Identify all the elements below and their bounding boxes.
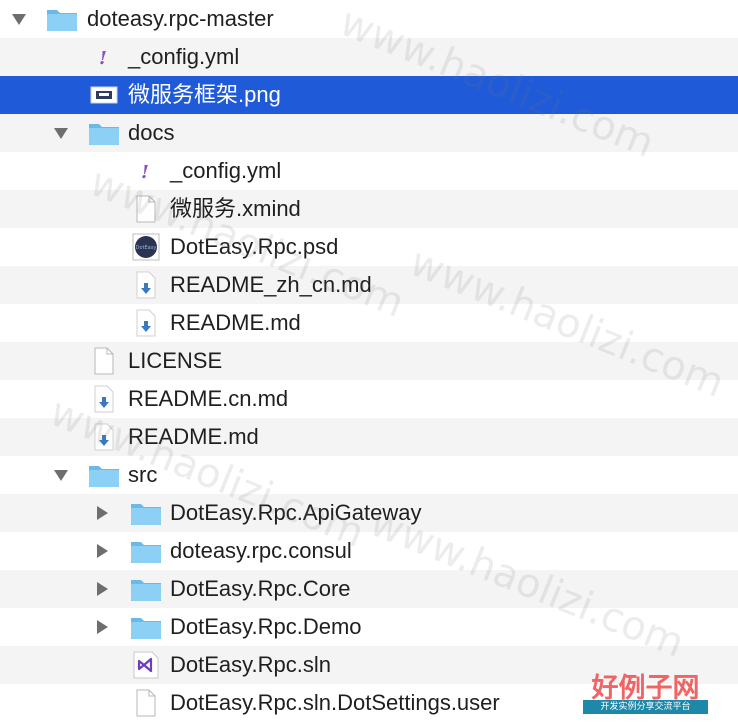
tree-row-label: _config.yml — [128, 44, 240, 69]
markdown-file-icon — [130, 309, 162, 337]
tree-row-label: _config.yml — [170, 158, 282, 183]
disclosure-expanded-icon[interactable] — [51, 465, 71, 485]
folder-icon — [130, 575, 162, 603]
tree-row-file[interactable]: ! _config.yml — [0, 152, 738, 190]
png-image-icon — [88, 81, 120, 109]
tree-row-root-folder[interactable]: doteasy.rpc-master — [0, 0, 738, 38]
tree-row-label: src — [128, 462, 158, 487]
tree-row-folder[interactable]: DotEasy.Rpc.ApiGateway — [0, 494, 738, 532]
blank-file-icon — [88, 347, 120, 375]
svg-text:DotEasy: DotEasy — [136, 245, 157, 251]
tree-row-label: README.md — [170, 310, 301, 335]
tree-row-file[interactable]: LICENSE — [0, 342, 738, 380]
tree-row-file[interactable]: README.md — [0, 418, 738, 456]
tree-row-file[interactable]: README_zh_cn.md — [0, 266, 738, 304]
markdown-file-icon — [88, 423, 120, 451]
tree-row-file[interactable]: README.md — [0, 304, 738, 342]
tree-row-label: LICENSE — [128, 348, 223, 373]
tree-row-folder[interactable]: DotEasy.Rpc.Demo — [0, 608, 738, 646]
site-logo: 好例子网 开发实例分享交流平台 — [583, 670, 708, 714]
svg-text:!: ! — [99, 48, 107, 69]
tree-row-label: 微服务框架.png — [128, 82, 281, 107]
disclosure-expanded-icon[interactable] — [9, 9, 29, 29]
folder-icon — [130, 537, 162, 565]
folder-icon — [130, 499, 162, 527]
tree-row-file[interactable]: DotEasy DotEasy.Rpc.psd — [0, 228, 738, 266]
tree-row-folder[interactable]: DotEasy.Rpc.Core — [0, 570, 738, 608]
tree-row-label: README.md — [128, 424, 259, 449]
tree-row-label: doteasy.rpc-master — [87, 6, 274, 31]
logo-subtitle: 开发实例分享交流平台 — [583, 700, 708, 714]
folder-icon — [130, 613, 162, 641]
disclosure-collapsed-icon[interactable] — [92, 541, 112, 561]
folder-icon — [88, 119, 120, 147]
blank-file-icon — [130, 689, 162, 717]
yaml-file-icon: ! — [130, 157, 162, 185]
tree-row-label: doteasy.rpc.consul — [170, 538, 352, 563]
disclosure-expanded-icon[interactable] — [51, 123, 71, 143]
disclosure-collapsed-icon[interactable] — [92, 579, 112, 599]
tree-row-file[interactable]: 微服务.xmind — [0, 190, 738, 228]
svg-text:!: ! — [141, 162, 149, 183]
tree-row-file-selected[interactable]: 微服务框架.png — [0, 76, 738, 114]
tree-row-label: DotEasy.Rpc.sln — [170, 652, 331, 677]
disclosure-collapsed-icon[interactable] — [92, 503, 112, 523]
tree-row-label: README_zh_cn.md — [170, 272, 372, 297]
visual-studio-solution-icon — [130, 651, 162, 679]
folder-icon — [88, 461, 120, 489]
tree-row-label: 微服务.xmind — [170, 196, 301, 221]
tree-row-label: DotEasy.Rpc.sln.DotSettings.user — [170, 690, 500, 715]
disclosure-collapsed-icon[interactable] — [92, 617, 112, 637]
tree-row-label: DotEasy.Rpc.Demo — [170, 614, 362, 639]
folder-icon — [46, 5, 78, 33]
tree-row-file[interactable]: ! _config.yml — [0, 38, 738, 76]
tree-row-folder-src[interactable]: src — [0, 456, 738, 494]
blank-file-icon — [130, 195, 162, 223]
tree-row-label: README.cn.md — [128, 386, 289, 411]
tree-row-folder-docs[interactable]: docs — [0, 114, 738, 152]
yaml-file-icon: ! — [88, 43, 120, 71]
tree-row-label: DotEasy.Rpc.psd — [170, 234, 339, 259]
markdown-file-icon — [130, 271, 162, 299]
tree-row-label: docs — [128, 120, 175, 145]
markdown-file-icon — [88, 385, 120, 413]
tree-row-label: DotEasy.Rpc.Core — [170, 576, 351, 601]
tree-row-folder[interactable]: doteasy.rpc.consul — [0, 532, 738, 570]
tree-row-file[interactable]: README.cn.md — [0, 380, 738, 418]
psd-file-icon: DotEasy — [130, 233, 162, 261]
file-tree: doteasy.rpc-master ! _config.yml 微服务框架.p… — [0, 0, 738, 722]
tree-row-label: DotEasy.Rpc.ApiGateway — [170, 500, 422, 525]
